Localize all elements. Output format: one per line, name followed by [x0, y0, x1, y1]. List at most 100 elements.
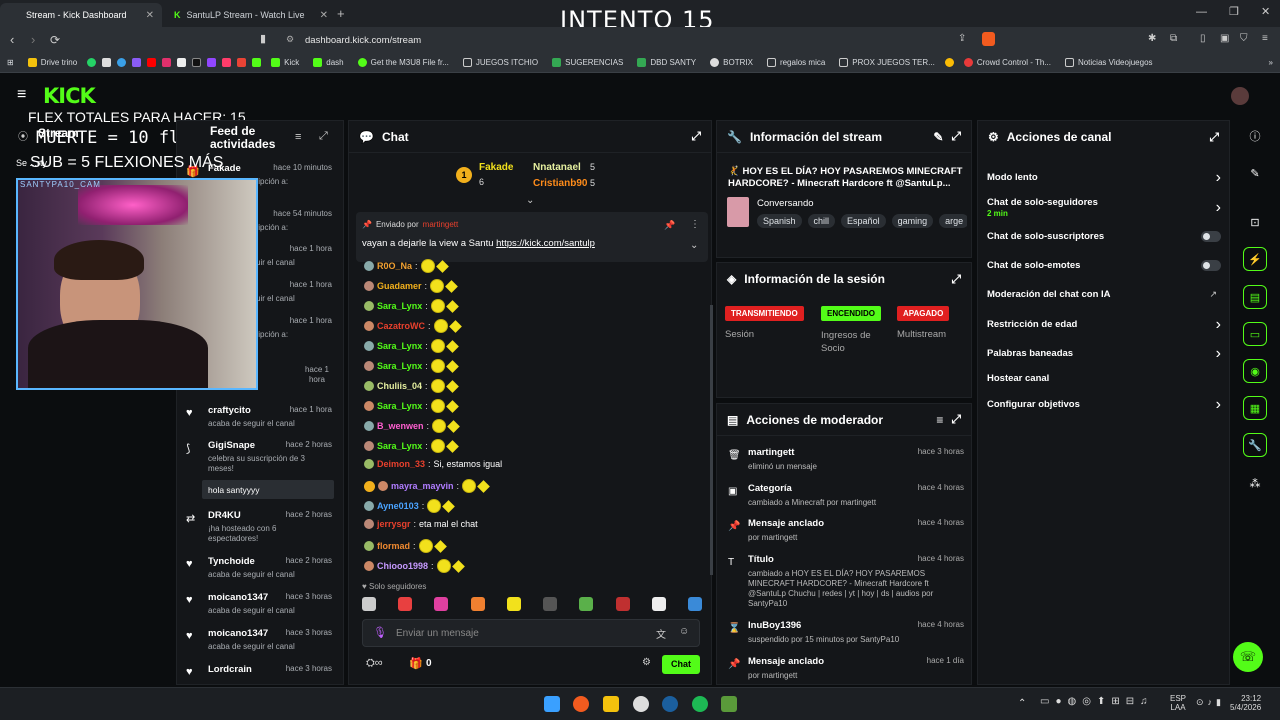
chat-username[interactable]: Sara_Lynx — [377, 401, 422, 411]
emote-icon[interactable] — [434, 597, 449, 611]
chat-username[interactable]: Chiooo1998 — [377, 561, 428, 571]
emote-icon[interactable] — [579, 597, 594, 611]
popout-icon[interactable]: ⤢ — [1209, 130, 1219, 145]
bookmark-whatsapp-icon[interactable] — [84, 58, 99, 67]
bookmark-regalos-mica[interactable]: regalos mica — [760, 58, 832, 67]
obs-icon[interactable] — [633, 696, 649, 712]
leader-1-name[interactable]: Fakade — [479, 162, 513, 173]
wallet-icon[interactable]: ▣ — [1220, 33, 1229, 44]
pinned-by-user[interactable]: martingett — [423, 220, 459, 229]
filter-icon[interactable]: ≡ — [295, 131, 301, 143]
tray-expand-icon[interactable]: ⌃ — [1018, 698, 1026, 709]
channel-action-item[interactable]: Hostear canal — [987, 373, 1221, 397]
emote-icon[interactable] — [470, 597, 485, 611]
bookmark-chrome-icon[interactable] — [942, 58, 957, 67]
language-indicator[interactable]: ESP LAA — [1170, 694, 1186, 712]
bookmark-crowd-control[interactable]: Crowd Control - Th... — [957, 58, 1058, 67]
chat-username[interactable]: Guadamer — [377, 281, 422, 291]
help-chat-button[interactable]: ☏ — [1233, 642, 1263, 672]
bookmark-bolt-icon[interactable] — [219, 58, 234, 67]
channel-action-item[interactable]: Configurar objetivos › — [987, 396, 1221, 423]
chat-message[interactable]: CazatroWC: — [364, 319, 462, 333]
chat-message[interactable]: Chuliis_04: — [364, 379, 459, 393]
filter-icon[interactable]: ≡ — [936, 413, 943, 427]
chat-message[interactable]: Sara_Lynx: — [364, 399, 459, 413]
window-close-icon[interactable]: ✕ — [1261, 5, 1270, 18]
emote-icon[interactable] — [543, 597, 558, 611]
tray-icons[interactable]: ▭●◍◎⬆⊞⊟♫ — [1040, 696, 1154, 707]
chat-tools-icon[interactable]: ⛭∞ — [366, 657, 383, 670]
bookmark-noticias[interactable]: Noticias Videojuegos — [1058, 58, 1160, 67]
url-field[interactable]: dashboard.kick.com/stream — [305, 35, 421, 46]
bookmark-icon[interactable]: ▮ — [260, 32, 266, 45]
chat-username[interactable]: B_wenwen — [377, 421, 424, 431]
vpn-icon[interactable]: ⛉ — [1240, 33, 1248, 44]
bookmark-prox-juegos[interactable]: PROX JUEGOS TER... — [832, 58, 942, 67]
feed-item[interactable]: ⟆ GigiSnape celebra su suscripción de 3 … — [182, 440, 340, 474]
menu-icon[interactable]: ≡ — [1262, 33, 1268, 44]
bookmark-m3u8[interactable]: Get the M3U8 File fr... — [351, 58, 456, 67]
tray-status-icons[interactable]: ⊙♪▮ — [1196, 697, 1225, 708]
chat-input[interactable]: 🎙 Enviar un mensaje 文 ☺ — [362, 619, 700, 647]
feed-item[interactable]: ♥ craftycito acaba de seguir el canal ha… — [182, 405, 340, 439]
bookmark-juegos-itchio[interactable]: JUEGOS ITCHIO — [456, 58, 545, 67]
emoji-icon[interactable]: ☺ — [679, 626, 689, 637]
channel-action-item[interactable]: Modo lento › — [987, 169, 1221, 196]
feed-item[interactable]: ♥ moicano1347 acaba de seguir el canal h… — [182, 592, 340, 626]
chat-message[interactable]: Sara_Lynx: — [364, 359, 459, 373]
maximize-icon[interactable]: ❐ — [1229, 5, 1239, 18]
chat-message[interactable]: Sara_Lynx: — [364, 439, 459, 453]
popout-icon[interactable]: ⤢ — [951, 129, 961, 144]
bookmark-gmail-icon[interactable] — [234, 58, 249, 67]
chat-message[interactable]: Sara_Lynx: — [364, 299, 459, 313]
bookmark-dash[interactable]: dash — [306, 58, 350, 67]
bookmark-x-icon[interactable] — [189, 58, 204, 67]
chat-message[interactable]: flormad: — [364, 539, 447, 553]
feed-item[interactable]: ♥ Tynchoide acaba de seguir el canal hac… — [182, 556, 340, 590]
bookmark-kick-small-icon[interactable] — [249, 58, 264, 67]
channel-action-item[interactable]: Restricción de edad › — [987, 316, 1221, 343]
extensions-panel-icon[interactable]: ⁂ — [1243, 471, 1267, 495]
popout-icon[interactable]: ⤢ — [319, 130, 328, 143]
bookmark-kick[interactable]: Kick — [264, 58, 306, 67]
channel-action-item[interactable]: Chat de solo-suscriptores — [987, 231, 1221, 255]
kick-logo[interactable]: KICK — [43, 84, 96, 108]
chat-username[interactable]: Ayne0103 — [377, 501, 419, 511]
channel-action-item[interactable]: Chat de solo-emotes — [987, 260, 1221, 284]
mic-icon[interactable]: 🎙 — [373, 626, 387, 639]
emote-icon[interactable] — [687, 597, 702, 611]
tools-icon[interactable]: 🔧 — [1243, 433, 1267, 457]
mod-action-item[interactable]: T Título cambiado a HOY ES EL DÍA? HOY P… — [724, 554, 964, 614]
bookmark-misc-icon[interactable] — [99, 58, 114, 67]
bookmark-messenger-icon[interactable] — [129, 58, 144, 67]
mod-action-item[interactable]: ▣ Categoría cambiado a Minecraft por mar… — [724, 483, 964, 515]
fullscreen-icon[interactable]: ⊡ — [1243, 210, 1267, 234]
steam-icon[interactable] — [662, 696, 678, 712]
translate-icon[interactable]: 文 — [656, 626, 666, 641]
mod-action-item[interactable]: 🗑 martingett eliminó un mensaje hace 3 h… — [724, 447, 964, 479]
chat-username[interactable]: R0O_Na — [377, 261, 412, 271]
apps-icon[interactable]: ⊞ — [0, 58, 21, 67]
popout-icon[interactable]: ⤢ — [951, 412, 961, 427]
chat-username[interactable]: Sara_Lynx — [377, 341, 422, 351]
gift-icon[interactable]: 🎁 — [409, 657, 423, 670]
pinned-expand-icon[interactable]: ⌄ — [690, 240, 698, 251]
feed-item[interactable]: ⇄ DR4KU ¡ha hosteado con 6 espectadores!… — [182, 510, 340, 544]
chat-message[interactable]: mayra_mayvin: — [364, 479, 490, 493]
chat-username[interactable]: mayra_mayvin — [391, 481, 454, 491]
unpin-icon[interactable]: 📌 — [664, 220, 675, 231]
popout-icon[interactable]: ⤢ — [951, 272, 961, 287]
tab-kick-dashboard[interactable]: Stream - Kick Dashboard ✕ — [0, 3, 162, 27]
bookmark-twitch-icon[interactable] — [204, 58, 219, 67]
chat-message[interactable]: Chiooo1998: — [364, 559, 465, 573]
reload-icon[interactable]: ⟳ — [50, 33, 60, 47]
toggle-switch[interactable] — [1201, 260, 1221, 271]
mod-action-item[interactable]: 📌 Mensaje anclado por martingett hace 4 … — [724, 518, 964, 550]
site-info-icon[interactable]: ⚙ — [286, 34, 294, 45]
toggle-switch[interactable] — [1201, 231, 1221, 242]
bookmark-edge-icon[interactable] — [114, 58, 129, 67]
screenshot-icon[interactable]: ⧉ — [1170, 33, 1177, 44]
brave-shield-icon[interactable] — [982, 32, 995, 46]
channel-action-item[interactable]: Moderación del chat con IA ↗ — [987, 289, 1221, 313]
chat-popout-icon[interactable]: ⤢ — [691, 129, 701, 144]
